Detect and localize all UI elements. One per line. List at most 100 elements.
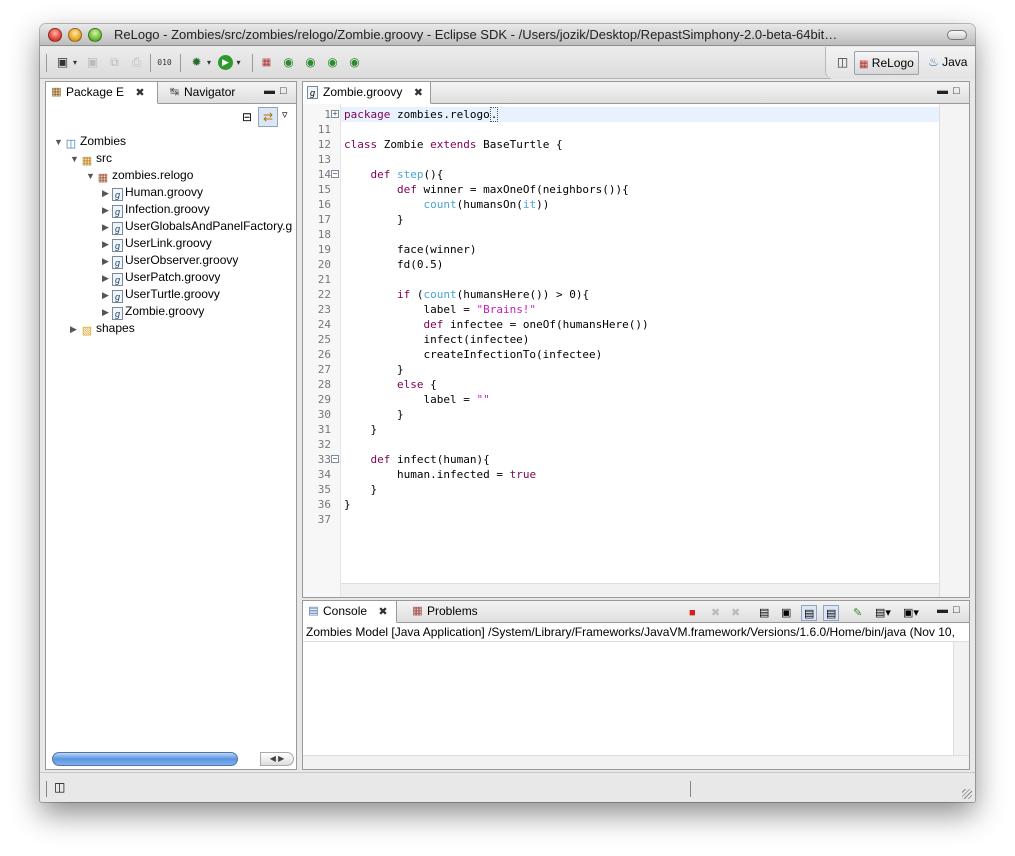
display-console-icon[interactable]: ▤▾ [875, 605, 891, 621]
tree-item-shapes[interactable]: ▶ ▧ shapes [70, 320, 135, 337]
collapsed-arrow-icon[interactable]: ▶ [102, 219, 112, 236]
remove-launch-icon[interactable]: ✖ [711, 605, 720, 621]
close-icon[interactable]: ✖ [378, 606, 387, 618]
show-on-stderr-icon[interactable]: ▤ [823, 605, 840, 621]
save-icon[interactable]: ▣ [84, 54, 101, 71]
expanded-arrow-icon[interactable]: ▼ [54, 134, 64, 151]
tree-item-file[interactable]: ▶ g Infection.groovy [102, 201, 210, 218]
expanded-arrow-icon[interactable]: ▼ [86, 168, 96, 185]
code-line[interactable]: 1 + package zombies.relogo. [303, 107, 923, 122]
debug-icon[interactable]: ✹ ▾ [188, 54, 211, 71]
toolbar-grip[interactable] [46, 54, 47, 72]
open-console-icon[interactable]: ▣▾ [903, 605, 919, 621]
fast-view-icon[interactable]: ◫ [54, 780, 65, 794]
remove-all-launches-icon[interactable]: ✖ [731, 605, 740, 621]
code-line[interactable]: 33− def infect(human){ [303, 452, 923, 467]
collapsed-arrow-icon[interactable]: ▶ [102, 304, 112, 321]
code-line[interactable]: 34 human.infected = true [303, 467, 923, 482]
open-perspective-icon[interactable]: ◫ [834, 54, 851, 71]
binary-icon[interactable]: 010 [156, 54, 173, 71]
minimize-icon[interactable]: ▬ [937, 604, 948, 616]
collapsed-arrow-icon[interactable]: ▶ [70, 321, 80, 338]
code-line[interactable]: 13 [303, 152, 923, 167]
code-line[interactable]: 16 count(humansOn(it)) [303, 197, 923, 212]
tab-console[interactable]: ▤ Console ✖ [303, 601, 397, 623]
code-line[interactable]: 30 } [303, 407, 923, 422]
code-line[interactable]: 27 } [303, 362, 923, 377]
maximize-icon[interactable]: □ [280, 85, 287, 97]
code-line[interactable]: 32 [303, 437, 923, 452]
tree-item-file[interactable]: ▶ g UserLink.groovy [102, 235, 212, 252]
collapsed-arrow-icon[interactable]: ▶ [102, 253, 112, 270]
editor-vertical-scrollbar[interactable] [939, 104, 969, 597]
new-observer-icon[interactable]: ◉ [346, 54, 363, 71]
new-icon[interactable]: ▣ ▾ [54, 54, 77, 71]
collapsed-arrow-icon[interactable]: ▶ [102, 202, 112, 219]
close-icon[interactable]: ✖ [135, 87, 144, 99]
code-line[interactable]: 17 } [303, 212, 923, 227]
pin-console-icon[interactable]: ✎ [853, 605, 862, 621]
run-dropdown-icon[interactable]: ▾ [230, 54, 247, 71]
window-resize-grip[interactable] [962, 789, 972, 799]
code-line[interactable]: 24 def infectee = oneOf(humansHere()) [303, 317, 923, 332]
collapsed-arrow-icon[interactable]: ▶ [102, 185, 112, 202]
tree-item-file[interactable]: ▶ g UserObserver.groovy [102, 252, 238, 269]
code-line[interactable]: 28 else { [303, 377, 923, 392]
code-line[interactable]: 15 def winner = maxOneOf(neighbors()){ [303, 182, 923, 197]
code-editor[interactable]: 1 + package zombies.relogo. 11 12 class Zombi… [303, 104, 969, 597]
horizontal-scrollbar-thumb[interactable] [52, 752, 238, 766]
code-line[interactable]: 25 infect(infectee) [303, 332, 923, 347]
code-line[interactable]: 31 } [303, 422, 923, 437]
maximize-icon[interactable]: □ [953, 85, 960, 97]
code-line[interactable]: 11 [303, 122, 923, 137]
toolbar-toggle-button[interactable] [947, 30, 967, 40]
scroll-arrows[interactable]: ◀ ▶ [260, 752, 294, 766]
console-output[interactable] [303, 641, 969, 769]
code-line[interactable]: 36} [303, 497, 923, 512]
tree-item-file[interactable]: ▶ g UserPatch.groovy [102, 269, 220, 286]
java-perspective-button[interactable]: ♨ Java [924, 51, 971, 75]
collapsed-arrow-icon[interactable]: ▶ [102, 236, 112, 253]
code-line[interactable]: 14− def step(){ [303, 167, 923, 182]
link-with-editor-icon[interactable]: ⇄ [258, 107, 278, 127]
code-line[interactable]: 29 label = "" [303, 392, 923, 407]
console-horizontal-scrollbar[interactable] [303, 755, 969, 769]
code-line[interactable]: 22 if (count(humansHere()) > 0){ [303, 287, 923, 302]
code-line[interactable]: 20 fd(0.5) [303, 257, 923, 272]
new-patch-icon[interactable]: ◉ [302, 54, 319, 71]
code-line[interactable]: 23 label = "Brains!" [303, 302, 923, 317]
tab-navigator[interactable]: ↹ Navigator [164, 82, 246, 104]
expand-fold-icon[interactable]: + [331, 110, 339, 118]
minimize-icon[interactable]: ▬ [937, 85, 948, 97]
close-window-button[interactable] [48, 28, 62, 42]
code-line[interactable]: 26 createInfectionTo(infectee) [303, 347, 923, 362]
clear-console-icon[interactable]: ▤ [759, 605, 769, 621]
tree-item-file[interactable]: ▶ g UserTurtle.groovy [102, 286, 220, 303]
tree-item-file[interactable]: ▶ g UserGlobalsAndPanelFactory.g [102, 218, 292, 235]
code-line[interactable]: 35 } [303, 482, 923, 497]
tab-problems[interactable]: ▦ Problems [407, 601, 487, 623]
editor-horizontal-scrollbar[interactable] [341, 583, 939, 597]
collapse-all-icon[interactable]: ⊟ [242, 110, 252, 124]
new-turtle-icon[interactable]: ◉ [280, 54, 297, 71]
code-line[interactable]: 37 [303, 512, 923, 527]
collapsed-arrow-icon[interactable]: ▶ [102, 270, 112, 287]
relogo-new-icon[interactable]: ▦ [258, 54, 275, 71]
collapse-fold-icon[interactable]: − [331, 455, 339, 463]
close-icon[interactable]: ✖ [414, 87, 423, 99]
tree-item-zombies[interactable]: ▼ ◫ Zombies [54, 133, 126, 150]
terminate-icon[interactable]: ■ [689, 605, 696, 621]
relogo-perspective-button[interactable]: ▦ ReLogo [854, 51, 919, 75]
zoom-window-button[interactable] [88, 28, 102, 42]
tree-item-package[interactable]: ▼ ▦ zombies.relogo [86, 167, 193, 184]
collapse-fold-icon[interactable]: − [331, 170, 339, 178]
expanded-arrow-icon[interactable]: ▼ [70, 151, 80, 168]
show-on-stdout-icon[interactable]: ▤ [801, 605, 818, 621]
new-link-icon[interactable]: ◉ [324, 54, 341, 71]
code-line[interactable]: 19 face(winner) [303, 242, 923, 257]
code-line[interactable]: 12 class Zombie extends BaseTurtle { [303, 137, 923, 152]
tab-package-explorer[interactable]: ▦ Package E ✖ [46, 82, 158, 104]
tree-item-file[interactable]: ▶ g Human.groovy [102, 184, 203, 201]
collapsed-arrow-icon[interactable]: ▶ [102, 287, 112, 304]
code-line[interactable]: 18 [303, 227, 923, 242]
